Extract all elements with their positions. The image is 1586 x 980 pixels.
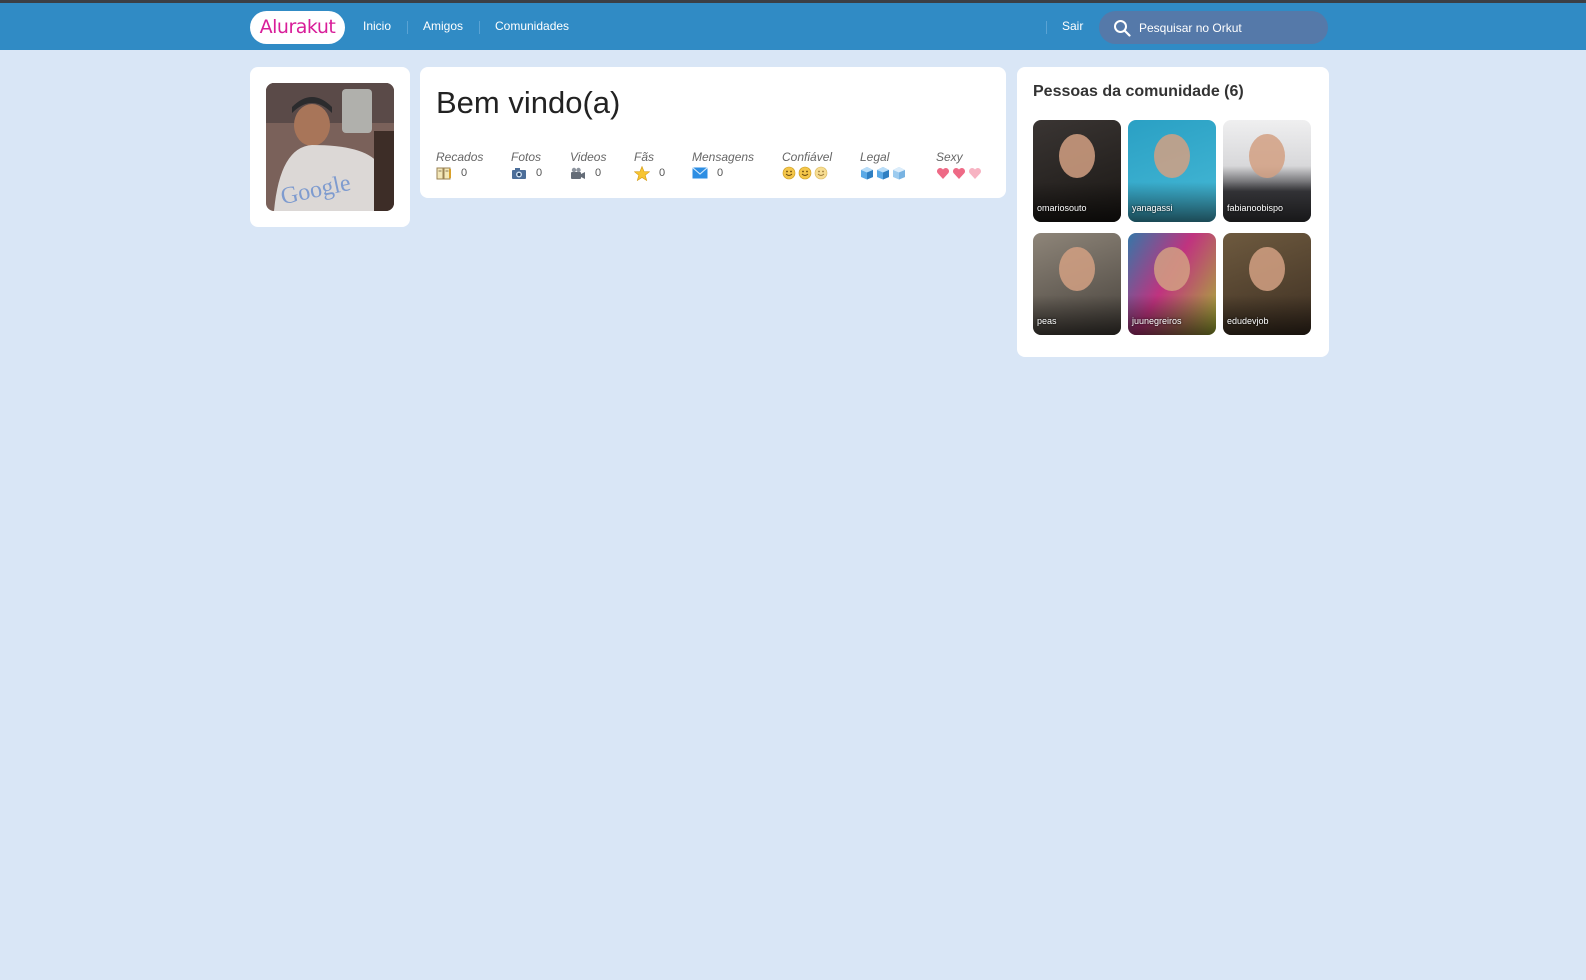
profile-photo-illustration: Google [266,83,394,211]
smiley-icon [782,166,828,180]
person-photo [1059,247,1095,291]
profile-photo[interactable]: Google [266,83,394,211]
community-title: Pessoas da comunidade (6) [1033,83,1244,100]
stat-label: Fotos [511,150,542,164]
stat-recados[interactable]: Recados 0 [436,150,483,180]
person-card[interactable]: fabianoobispo [1223,120,1311,222]
top-menu: Alurakut Inicio Amigos Comunidades Sair [0,3,1586,50]
rating-sexy: Sexy [936,150,984,180]
person-name: juunegreiros [1132,316,1182,326]
stat-videos[interactable]: Videos 0 [570,150,606,180]
search-input[interactable] [1139,18,1319,38]
profile-sidebar: Google [250,67,410,227]
heart-icon [936,167,982,179]
logout-link[interactable]: Sair [1062,19,1083,33]
person-card[interactable]: juunegreiros [1128,233,1216,335]
nav-separator [1046,21,1047,34]
community-panel: Pessoas da comunidade (6) omariosouto ya… [1017,67,1329,357]
stat-mensagens[interactable]: Mensagens 0 [692,150,754,180]
camera-icon [512,167,526,179]
search-bar [1099,11,1328,44]
nav-inicio[interactable]: Inicio [363,19,391,33]
person-photo [1154,247,1190,291]
stat-fotos[interactable]: Fotos 0 [511,150,542,180]
person-name: omariosouto [1037,203,1087,213]
person-photo [1249,247,1285,291]
person-name: yanagassi [1132,203,1173,213]
person-card[interactable]: yanagassi [1128,120,1216,222]
person-card[interactable]: omariosouto [1033,120,1121,222]
envelope-icon [692,167,708,179]
person-card[interactable]: peas [1033,233,1121,335]
stat-value: 0 [595,167,602,179]
person-name: edudevjob [1227,316,1269,326]
welcome-panel: Bem vindo(a) Recados 0 Fotos 0 Videos 0 … [420,67,1006,198]
person-photo [1249,134,1285,178]
person-photo [1154,134,1190,178]
nav-separator [407,21,408,34]
stat-value: 0 [659,167,666,179]
person-card[interactable]: edudevjob [1223,233,1311,335]
rating-label: Confiável [782,150,833,164]
stat-fas[interactable]: Fãs 0 [634,150,666,181]
person-name: peas [1037,316,1057,326]
ice-cube-icon [861,167,905,180]
alurakut-logo[interactable]: Alurakut [250,11,345,44]
stat-value: 0 [717,167,724,179]
rating-label: Legal [860,150,890,164]
stat-value: 0 [461,167,468,179]
rating-confiavel: Confiável [782,150,832,180]
search-icon[interactable] [1113,19,1131,37]
stat-label: Mensagens [692,150,755,164]
stat-label: Fãs [634,150,655,164]
video-camera-icon [571,167,585,179]
rating-label: Sexy [936,150,963,164]
nav-comunidades[interactable]: Comunidades [495,19,569,33]
nav-amigos[interactable]: Amigos [423,19,463,33]
stat-label: Videos [570,150,607,164]
person-name: fabianoobispo [1227,203,1284,213]
nav-separator [479,21,480,34]
rating-legal: Legal [860,150,908,180]
book-icon [436,167,451,179]
welcome-title: Bem vindo(a) [436,85,621,120]
stat-label: Recados [436,150,484,164]
person-photo [1059,134,1095,178]
star-icon [634,165,650,181]
stat-value: 0 [536,167,543,179]
